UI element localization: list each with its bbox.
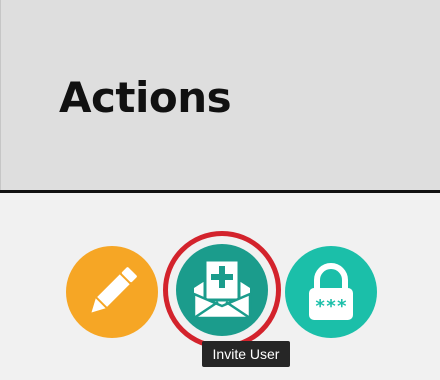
actions-panel: Actions *** Invite User — [0, 0, 440, 380]
header-divider — [0, 190, 440, 193]
envelope-plus-icon — [176, 244, 268, 336]
panel-header: Actions — [0, 0, 440, 190]
page-title: Actions — [59, 73, 232, 122]
password-button[interactable]: *** — [285, 246, 377, 338]
edit-button[interactable] — [66, 246, 158, 338]
invite-user-button[interactable] — [176, 244, 268, 336]
tooltip: Invite User — [202, 341, 290, 367]
pencil-icon — [66, 246, 158, 338]
lock-password-icon: *** — [285, 246, 377, 338]
lock-password-label: *** — [315, 296, 348, 317]
